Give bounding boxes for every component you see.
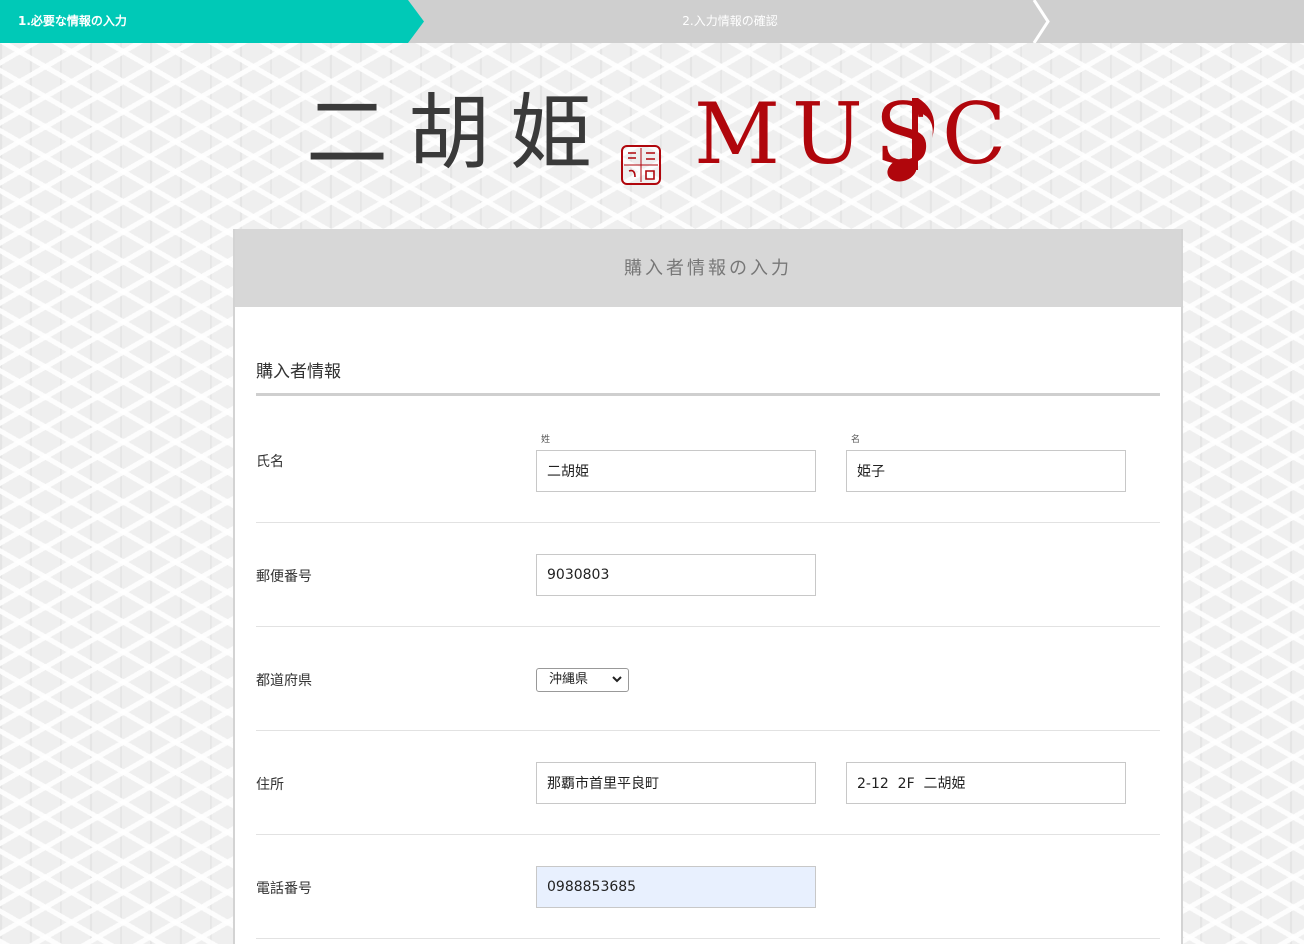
site-logo: 二胡姫 MUS C <box>306 78 1116 190</box>
eighth-note-icon <box>887 98 935 182</box>
section-divider <box>256 393 1160 396</box>
logo-music-right: C <box>942 85 1007 183</box>
phone-input[interactable] <box>536 866 816 908</box>
purchaser-info-panel: 購入者情報の入力 購入者情報 氏名 姓 名 郵便番号 都道府県 沖縄県 住所 電… <box>233 229 1183 944</box>
row-divider <box>256 834 1160 835</box>
prefecture-label: 都道府県 <box>256 673 312 689</box>
address-label: 住所 <box>256 777 284 793</box>
step-2-confirm: 2.入力情報の確認 <box>430 0 1030 43</box>
step-1-label: 1.必要な情報の入力 <box>18 14 127 28</box>
progress-step-bar: 1.必要な情報の入力 2.入力情報の確認 <box>0 0 1304 43</box>
seal-stamp-icon <box>621 145 661 185</box>
panel-header: 購入者情報の入力 <box>235 229 1181 307</box>
prefecture-select[interactable]: 沖縄県 <box>536 668 629 692</box>
name-label: 氏名 <box>256 454 284 470</box>
last-name-input[interactable] <box>536 450 816 492</box>
chevron-right-icon <box>1032 0 1050 43</box>
row-divider <box>256 522 1160 523</box>
address-line2-input[interactable] <box>846 762 1126 804</box>
address-line1-input[interactable] <box>536 762 816 804</box>
last-name-caption: 姓 <box>541 435 551 445</box>
logo-kanji: 二胡姫 <box>306 86 613 181</box>
section-title: 購入者情報 <box>256 362 341 382</box>
first-name-caption: 名 <box>851 435 861 445</box>
step-2-label: 2.入力情報の確認 <box>682 14 778 28</box>
step-1-input: 1.必要な情報の入力 <box>0 0 424 43</box>
row-divider <box>256 938 1160 939</box>
postal-code-label: 郵便番号 <box>256 569 312 585</box>
postal-code-input[interactable] <box>536 554 816 596</box>
row-divider <box>256 730 1160 731</box>
first-name-input[interactable] <box>846 450 1126 492</box>
chevron-down-icon <box>612 676 622 683</box>
phone-label: 電話番号 <box>256 881 312 897</box>
prefecture-selected-value: 沖縄県 <box>549 672 589 687</box>
row-divider <box>256 626 1160 627</box>
